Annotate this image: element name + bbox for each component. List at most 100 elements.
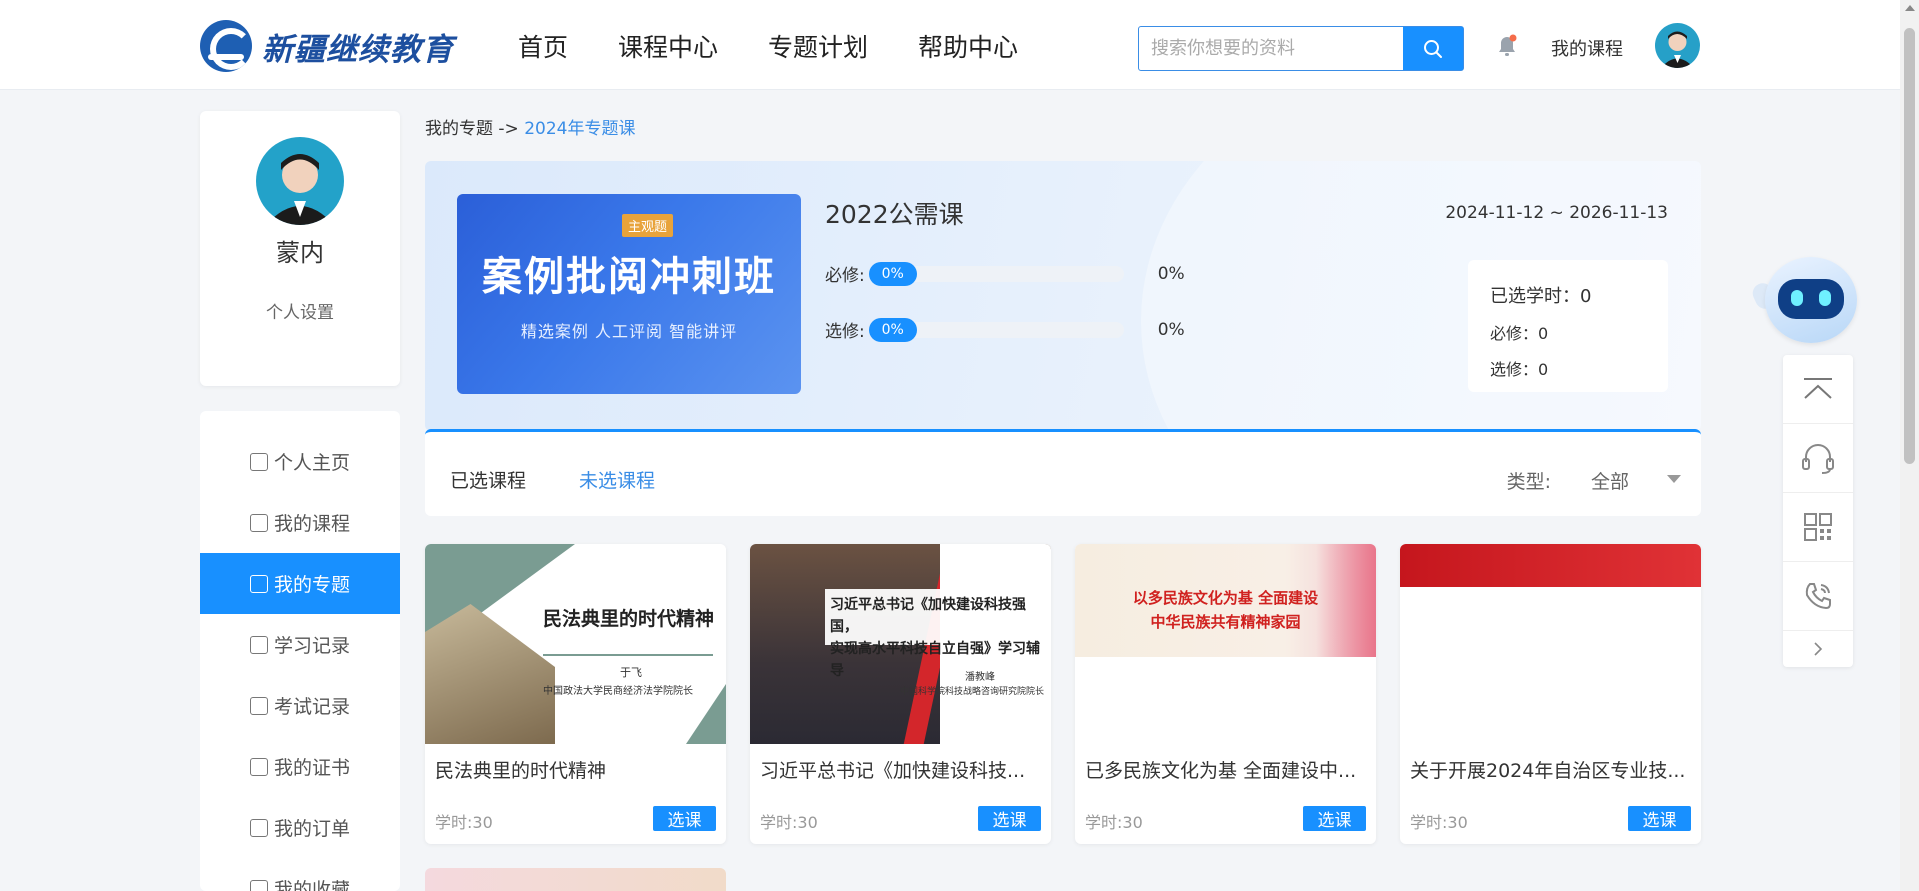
select-course-button[interactable]: 选课 — [1303, 806, 1366, 831]
elective-label: 选修: — [825, 322, 865, 342]
star-icon — [249, 879, 268, 891]
sidebar-item-study-record[interactable]: 学习记录 — [200, 614, 400, 675]
my-courses-link[interactable]: 我的课程 — [1551, 35, 1623, 61]
sidebar-item-label: 我的证书 — [273, 757, 350, 779]
back-to-top-button[interactable] — [1783, 355, 1853, 424]
record-icon — [249, 635, 268, 654]
required-label: 必修: — [825, 266, 865, 286]
breadcrumb-parent[interactable]: 我的专题 -> — [425, 119, 519, 139]
main-nav: 首页 课程中心 专题计划 帮助中心 — [518, 28, 1068, 64]
avatar[interactable] — [1655, 23, 1700, 68]
thumb-org: 中国科学院科技战略咨询研究院院长 — [900, 687, 1045, 697]
thumb-org: 中国政法大学民商经济法学院院长 — [543, 686, 693, 697]
course-card[interactable]: 习近平总书记《加快建设科技强国， 实现高水平科技自立自强》学习辅导 潘教峰 中国… — [750, 544, 1051, 844]
qr-code-icon — [1804, 513, 1832, 541]
scrollbar-thumb[interactable] — [1904, 28, 1915, 464]
thumb-title-line: 以多民族文化为基 全面建设 — [1132, 589, 1319, 607]
scroll-up-arrow-icon[interactable] — [1905, 5, 1915, 11]
certificate-icon — [249, 757, 268, 776]
tab-unselected-courses[interactable]: 未选课程 — [579, 466, 655, 493]
qr-code-button[interactable] — [1783, 493, 1853, 562]
sidebar-item-label: 我的收藏 — [273, 879, 350, 891]
required-percent: 0% — [1157, 263, 1185, 284]
sidebar-item-exam-record[interactable]: 考试记录 — [200, 675, 400, 736]
course-title[interactable]: 民法典里的时代精神 — [435, 756, 716, 783]
search-button[interactable] — [1403, 27, 1463, 70]
phone-icon — [1805, 583, 1831, 610]
topic-banner: 主观题 案例批阅冲刺班 精选案例 人工评阅 智能讲评 2022公需课 2024-… — [425, 161, 1701, 431]
select-course-button[interactable]: 选课 — [1628, 806, 1691, 831]
course-card-partial[interactable] — [425, 868, 726, 891]
course-card[interactable]: 关于开展2024年自治区专业技... 学时:30 选课 — [1400, 544, 1701, 844]
type-filter-label: 类型: — [1506, 471, 1551, 493]
bell-icon[interactable] — [1495, 33, 1519, 59]
course-thumbnail[interactable]: 习近平总书记《加快建设科技强国， 实现高水平科技自立自强》学习辅导 潘教峰 中国… — [750, 544, 1051, 744]
thumb-title: 以多民族文化为基 全面建设 中华民族共有精神家园 — [1075, 586, 1376, 634]
hours-stats-box: 已选学时：0 必修：0 选修：0 — [1468, 260, 1668, 392]
back-to-top-icon — [1804, 378, 1832, 399]
search-box — [1138, 26, 1464, 71]
course-thumbnail[interactable]: 民法典里的时代精神 于飞 中国政法大学民商经济法学院院长 — [425, 544, 726, 744]
course-card[interactable]: 以多民族文化为基 全面建设 中华民族共有精神家园 已多民族文化为基 全面建设中.… — [1075, 544, 1376, 844]
sidebar-item-orders[interactable]: 我的订单 — [200, 797, 400, 858]
nav-topic-plan[interactable]: 专题计划 — [768, 28, 868, 64]
topic-cover-image: 主观题 案例批阅冲刺班 精选案例 人工评阅 智能讲评 — [457, 194, 801, 394]
course-thumbnail[interactable]: 以多民族文化为基 全面建设 中华民族共有精神家园 — [1075, 544, 1376, 744]
course-title[interactable]: 习近平总书记《加快建设科技... — [760, 756, 1041, 783]
collapse-toolbar-button[interactable] — [1783, 631, 1853, 667]
thumb-title-line: 实现高水平科技自立自强》学习辅导 — [830, 641, 1040, 679]
customer-service-button[interactable] — [1783, 424, 1853, 493]
sidebar-menu: 个人主页 我的课程 我的专题 学习记录 考试记录 我的证书 我的订单 我的收藏 — [200, 411, 400, 891]
required-progress-bar: 0% — [868, 261, 1124, 286]
nav-help-center[interactable]: 帮助中心 — [918, 28, 1018, 64]
course-card[interactable]: 民法典里的时代精神 于飞 中国政法大学民商经济法学院院长 民法典里的时代精神 学… — [425, 544, 726, 844]
sidebar-item-favorites[interactable]: 我的收藏 — [200, 858, 400, 891]
logo-text: 新疆继续教育 — [262, 31, 454, 68]
user-photo-icon — [266, 154, 334, 225]
personal-settings-link[interactable]: 个人设置 — [200, 298, 400, 323]
search-input[interactable] — [1139, 27, 1403, 70]
thumb-title: 民法典里的时代精神 — [543, 608, 715, 630]
sidebar-item-my-topics[interactable]: 我的专题 — [200, 553, 400, 614]
top-header: 新疆继续教育 首页 课程中心 专题计划 帮助中心 我的课程 — [0, 0, 1900, 90]
course-thumbnail[interactable] — [1400, 544, 1701, 744]
elective-progress-row: 选修: 0% 0% — [825, 317, 1185, 342]
course-tabs-bar: 已选课程 未选课程 类型: 全部 — [425, 429, 1701, 516]
user-photo-icon — [1661, 31, 1694, 68]
cover-title: 案例批阅冲刺班 — [482, 254, 776, 300]
nav-course-center[interactable]: 课程中心 — [618, 28, 718, 64]
sidebar-item-label: 我的订单 — [273, 818, 350, 840]
sidebar-item-certificates[interactable]: 我的证书 — [200, 736, 400, 797]
topic-title: 2022公需课 — [825, 200, 964, 229]
floating-toolbar — [1783, 355, 1853, 667]
sidebar-item-label: 学习记录 — [273, 635, 350, 657]
select-course-button[interactable]: 选课 — [653, 806, 716, 831]
chevron-down-icon[interactable] — [1667, 475, 1681, 483]
thumb-divider — [543, 654, 713, 656]
course-title[interactable]: 关于开展2024年自治区专业技... — [1410, 756, 1691, 783]
profile-card: 蒙内 个人设置 — [200, 111, 400, 386]
elective-hours: 选修：0 — [1490, 360, 1549, 379]
sidebar-item-label: 我的专题 — [273, 574, 350, 596]
course-title[interactable]: 已多民族文化为基 全面建设中... — [1085, 756, 1366, 783]
required-progress-row: 必修: 0% 0% — [825, 261, 1185, 286]
type-filter-select[interactable]: 全部 — [1591, 467, 1629, 494]
sidebar-item-label: 考试记录 — [273, 696, 350, 718]
sidebar-item-home[interactable]: 个人主页 — [200, 431, 400, 492]
profile-avatar — [256, 137, 344, 225]
topic-icon — [249, 574, 268, 593]
sidebar-item-my-courses[interactable]: 我的课程 — [200, 492, 400, 553]
nav-home[interactable]: 首页 — [518, 28, 568, 64]
thumb-author: 于飞 — [620, 666, 642, 679]
robot-eye — [1791, 290, 1803, 306]
page-scrollbar[interactable] — [1900, 0, 1919, 891]
tab-selected-courses[interactable]: 已选课程 — [450, 466, 526, 493]
required-progress-pill: 0% — [868, 261, 917, 286]
phone-button[interactable] — [1783, 562, 1853, 631]
breadcrumb: 我的专题 -> 2024年专题课 — [425, 114, 635, 139]
site-logo[interactable]: 新疆继续教育 — [200, 20, 454, 72]
robot-assistant-icon[interactable] — [1747, 253, 1867, 355]
headset-icon — [1802, 444, 1834, 474]
select-course-button[interactable]: 选课 — [978, 806, 1041, 831]
elective-progress-bar: 0% — [868, 317, 1124, 342]
